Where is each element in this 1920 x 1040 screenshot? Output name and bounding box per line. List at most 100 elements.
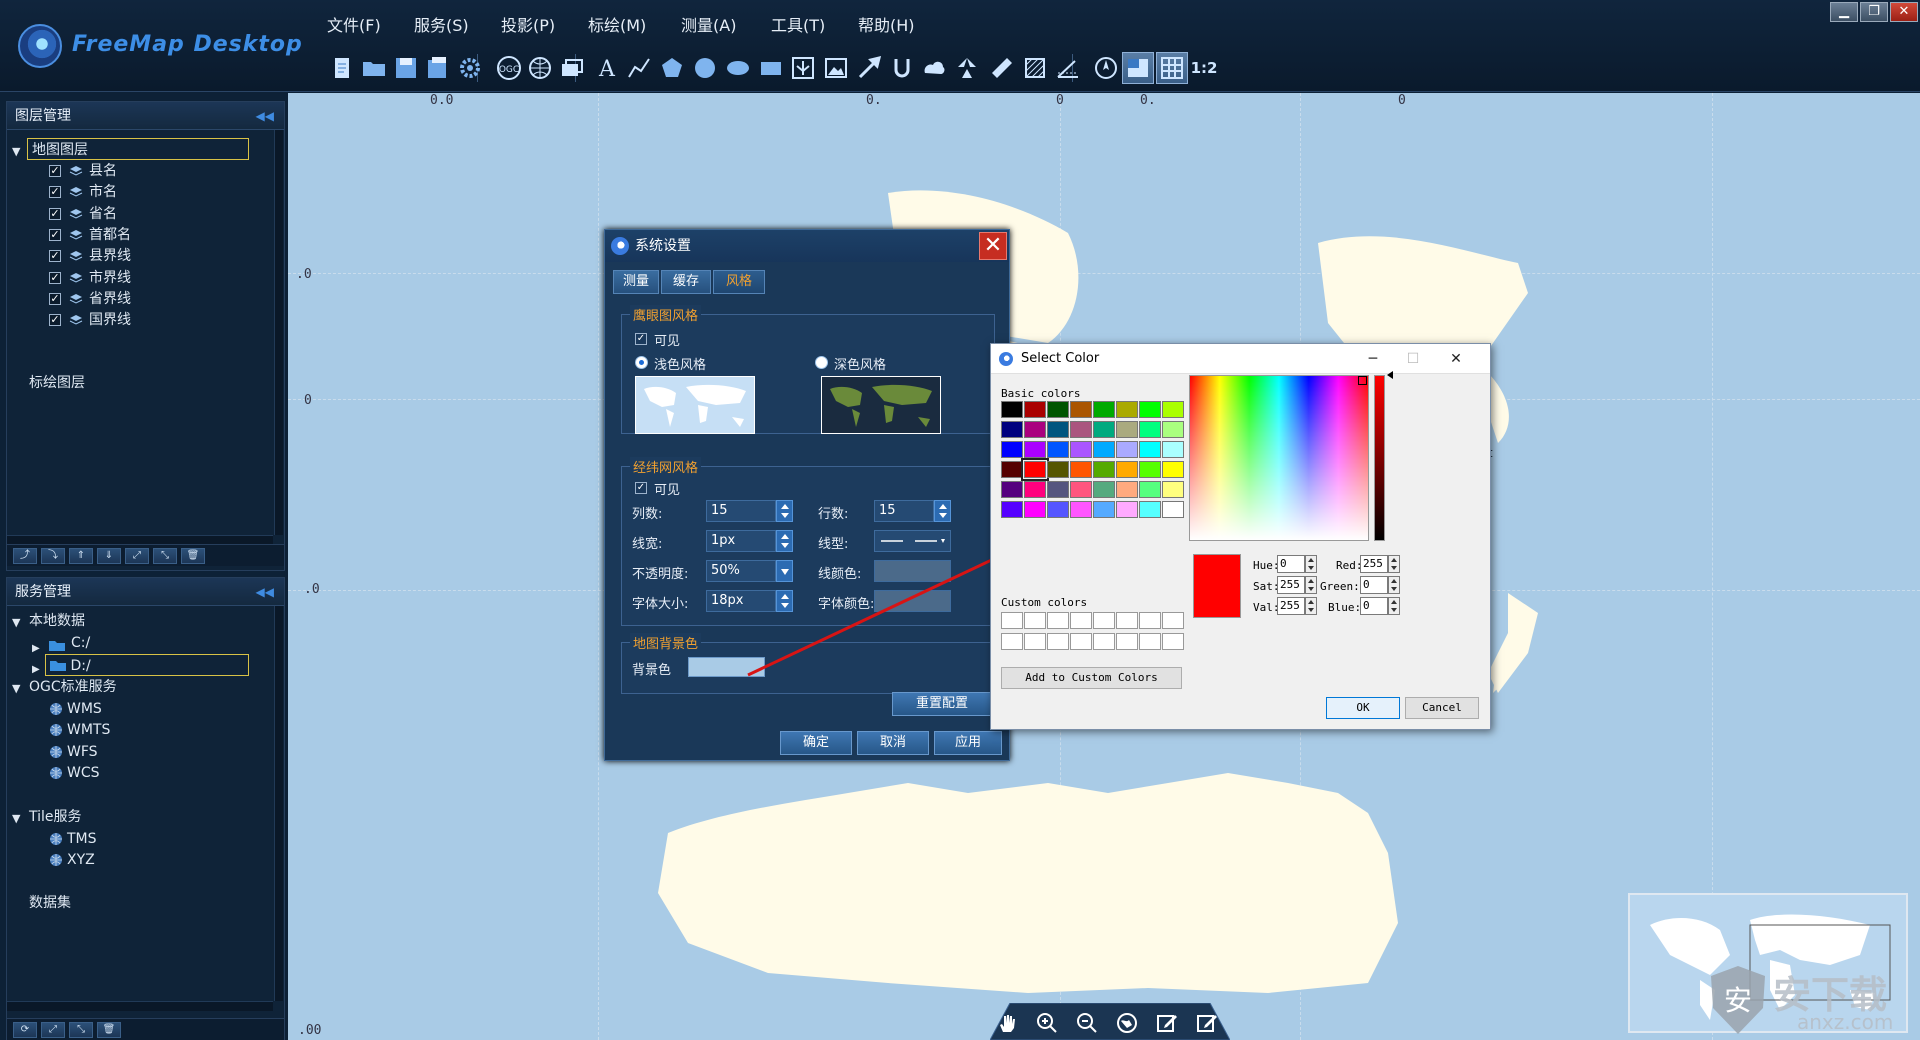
delete-service-icon[interactable]: 🗑 <box>97 1022 121 1038</box>
layer-checkbox[interactable]: ✓ <box>49 271 61 284</box>
menu-measure[interactable]: 测量(A) <box>681 12 736 36</box>
basic-color-swatch[interactable] <box>1116 481 1138 498</box>
pan-hand-icon[interactable] <box>995 1011 1019 1035</box>
settings-cancel-button[interactable]: 取消 <box>857 731 929 755</box>
basic-color-swatch[interactable] <box>1001 401 1023 418</box>
tab-style[interactable]: 风格 <box>713 270 765 294</box>
local-data-node[interactable]: 本地数据 <box>29 610 85 632</box>
plot-layer[interactable]: 标绘图层 <box>29 372 85 394</box>
map-layer-root[interactable]: 地图图层 <box>27 138 249 160</box>
arrow-button[interactable] <box>853 52 885 84</box>
custom-color-swatch[interactable] <box>1116 633 1138 650</box>
collapse-icon[interactable]: ◀◀ <box>256 578 274 606</box>
light-style-preview[interactable] <box>635 376 755 434</box>
circle-button[interactable] <box>689 52 721 84</box>
move-bottom-icon[interactable]: ⇓ <box>97 548 121 564</box>
area-button[interactable] <box>1019 52 1051 84</box>
delete-layer-icon[interactable]: 🗑 <box>181 548 205 564</box>
basic-color-swatch[interactable] <box>1093 481 1115 498</box>
expand-arrow-icon[interactable]: ▼ <box>12 808 20 830</box>
color-close-button[interactable]: ✕ <box>1441 348 1471 370</box>
basic-color-swatch[interactable] <box>1093 441 1115 458</box>
basic-color-swatch[interactable] <box>1139 461 1161 478</box>
tile-service-item[interactable]: XYZ <box>67 849 95 871</box>
basic-color-swatch[interactable] <box>1070 421 1092 438</box>
custom-color-swatch[interactable] <box>1116 612 1138 629</box>
basic-color-swatch[interactable] <box>1024 401 1046 418</box>
tile-service-item[interactable]: TMS <box>67 828 97 850</box>
drive-c[interactable]: C:/ <box>71 632 90 654</box>
basic-color-swatch[interactable] <box>1093 501 1115 518</box>
light-style-radio[interactable] <box>635 356 648 369</box>
dataset-node[interactable]: 数据集 <box>29 892 71 914</box>
custom-color-swatch[interactable] <box>1093 612 1115 629</box>
basic-color-swatch[interactable] <box>1001 461 1023 478</box>
ruler-button[interactable] <box>986 52 1018 84</box>
ogc-service-item[interactable]: WCS <box>67 762 100 784</box>
sat-input[interactable]: 255 <box>1277 576 1305 594</box>
basic-color-swatch[interactable] <box>1139 441 1161 458</box>
basic-color-swatch[interactable] <box>1116 461 1138 478</box>
restore-button[interactable]: ❐ <box>1860 2 1888 22</box>
custom-color-swatch[interactable] <box>1162 612 1184 629</box>
hue-saturation-picker[interactable] <box>1189 375 1369 541</box>
custom-color-swatch[interactable] <box>1139 633 1161 650</box>
service-scrollbar[interactable] <box>274 606 283 1001</box>
custom-color-swatch[interactable] <box>1001 612 1023 629</box>
minimize-button[interactable]: ▁ <box>1830 2 1858 22</box>
ogc-button[interactable]: OGC <box>493 52 525 84</box>
move-top-icon[interactable]: ⇑ <box>69 548 93 564</box>
layer-scrollbar[interactable] <box>274 130 283 535</box>
layer-checkbox[interactable]: ✓ <box>49 165 61 177</box>
globe-button[interactable] <box>524 52 556 84</box>
tab-cache[interactable]: 缓存 <box>661 270 711 294</box>
expand-arrow-icon[interactable]: ▼ <box>12 612 20 634</box>
expand-arrow-icon[interactable]: ▼ <box>12 678 20 700</box>
ogc-service-item[interactable]: WMS <box>67 698 102 720</box>
collapse-all-icon[interactable]: ⤡ <box>69 1022 93 1038</box>
refresh-icon[interactable]: ⟳ <box>13 1022 37 1038</box>
basic-color-swatch[interactable] <box>1093 421 1115 438</box>
edit-feature-icon[interactable] <box>1195 1011 1219 1035</box>
basic-color-swatch[interactable] <box>1001 501 1023 518</box>
custom-color-swatch[interactable] <box>1024 612 1046 629</box>
basic-color-swatch[interactable] <box>1162 441 1184 458</box>
layer-checkbox[interactable]: ✓ <box>49 228 61 241</box>
blue-input[interactable]: 0 <box>1360 597 1388 615</box>
zoom-to-layer-icon[interactable]: ⤢ <box>125 548 149 564</box>
layer-item[interactable]: 县界线 <box>89 245 131 267</box>
basic-color-swatch[interactable] <box>1001 441 1023 458</box>
color-ok-button[interactable]: OK <box>1326 697 1400 719</box>
close-window-button[interactable]: ✕ <box>1890 2 1918 22</box>
value-slider[interactable] <box>1374 375 1385 541</box>
menu-service[interactable]: 服务(S) <box>414 12 469 36</box>
red-spinner[interactable] <box>1388 555 1400 573</box>
basic-color-swatch[interactable] <box>1047 461 1069 478</box>
basic-color-swatch[interactable] <box>1070 461 1092 478</box>
settings-gear-button[interactable] <box>454 52 486 84</box>
layer-add-icon[interactable]: ⤴ <box>13 548 37 564</box>
green-input[interactable]: 0 <box>1360 576 1388 594</box>
color-minimize-button[interactable]: ─ <box>1358 348 1388 370</box>
custom-color-swatch[interactable] <box>1024 633 1046 650</box>
zoom-in-icon[interactable] <box>1035 1011 1059 1035</box>
compass-button[interactable] <box>1090 52 1122 84</box>
grid-toggle-button[interactable] <box>1156 52 1188 84</box>
menu-tools[interactable]: 工具(T) <box>771 12 825 36</box>
custom-color-swatch[interactable] <box>1001 633 1023 650</box>
basic-color-swatch[interactable] <box>1047 481 1069 498</box>
eagle-visible-checkbox[interactable]: ✓ <box>635 333 647 345</box>
basic-color-swatch[interactable] <box>1021 458 1049 481</box>
layer-remove-icon[interactable]: ⤵ <box>41 548 65 564</box>
layer-checkbox[interactable]: ✓ <box>49 292 61 305</box>
save-button[interactable] <box>390 52 422 84</box>
basic-color-swatch[interactable] <box>1047 441 1069 458</box>
layers-button[interactable] <box>556 52 588 84</box>
dark-style-radio[interactable] <box>815 356 828 369</box>
basic-color-swatch[interactable] <box>1116 501 1138 518</box>
custom-color-swatch[interactable] <box>1047 633 1069 650</box>
custom-color-swatch[interactable] <box>1070 633 1092 650</box>
basic-color-swatch[interactable] <box>1093 401 1115 418</box>
basic-color-swatch[interactable] <box>1024 421 1046 438</box>
edit-icon[interactable] <box>1155 1011 1179 1035</box>
